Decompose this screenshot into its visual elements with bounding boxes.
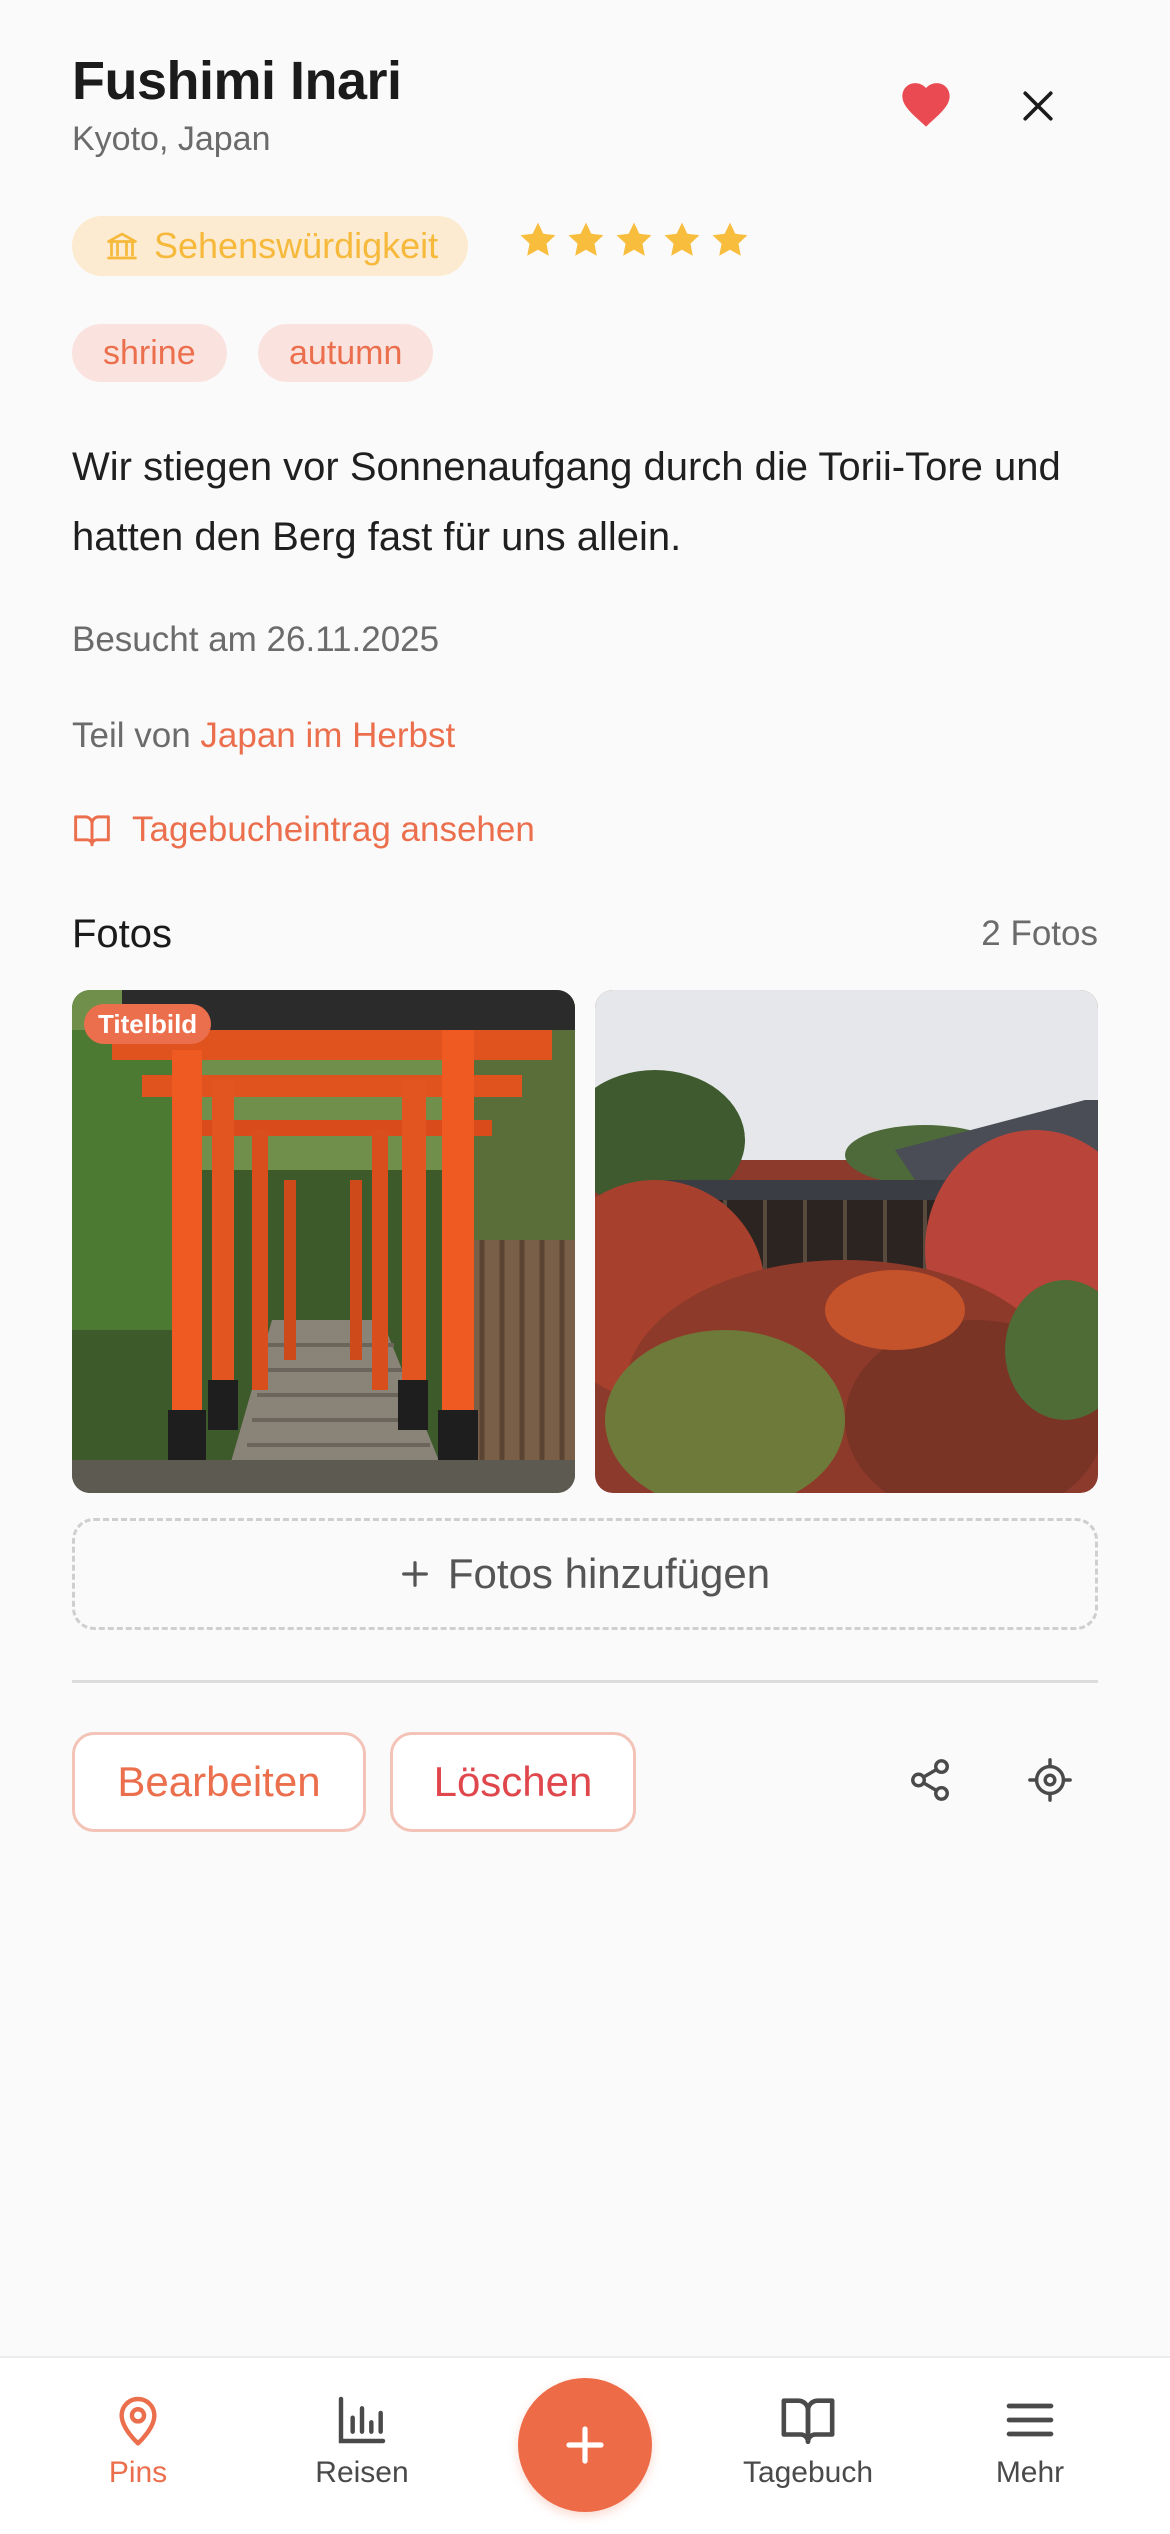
nav-item-tagebuch[interactable]: Tagebuch	[708, 2392, 908, 2490]
share-button[interactable]	[898, 1748, 962, 1812]
journal-link-label: Tagebucheintrag ansehen	[132, 810, 535, 849]
nav-item-mehr[interactable]: Mehr	[930, 2392, 1130, 2490]
divider	[72, 1680, 1098, 1683]
visited-date: Besucht am 26.11.2025	[72, 620, 440, 659]
part-of-prefix: Teil von	[72, 716, 191, 755]
map-pin-icon	[119, 2396, 157, 2446]
nav-item-pins[interactable]: Pins	[38, 2392, 238, 2490]
cover-photo-badge: Titelbild	[84, 1004, 212, 1044]
nav-label-pins: Pins	[108, 2456, 168, 2489]
plus-icon	[402, 1561, 428, 1587]
heart-icon	[902, 83, 950, 127]
locate-button[interactable]	[1018, 1748, 1082, 1812]
star-icon	[520, 222, 556, 256]
star-rating	[516, 218, 752, 262]
photos-count: 2 Fotos	[981, 914, 1098, 953]
bar-chart-icon	[338, 2396, 386, 2444]
torii-photo-image	[72, 990, 575, 1493]
star-icon	[568, 222, 604, 256]
place-location: Kyoto, Japan	[72, 120, 271, 158]
plus-icon	[566, 2426, 604, 2464]
share-icon	[911, 1759, 949, 1801]
close-button[interactable]	[1000, 68, 1076, 144]
landmark-icon	[107, 232, 137, 260]
place-description: Wir stiegen vor Sonnenaufgang durch die …	[72, 445, 1061, 559]
photos-heading: Fotos	[72, 912, 173, 956]
edit-button[interactable]: Bearbeiten	[72, 1732, 366, 1832]
add-pin-fab[interactable]	[518, 2378, 652, 2512]
place-title: Fushimi Inari	[72, 51, 402, 111]
star-icon	[664, 222, 700, 256]
nav-label-reisen: Reisen	[315, 2456, 409, 2489]
close-icon	[1023, 91, 1053, 121]
category-badge: Sehenswürdigkeit	[72, 216, 469, 276]
nav-label-mehr: Mehr	[995, 2456, 1065, 2489]
star-icon	[616, 222, 652, 256]
delete-button[interactable]: Löschen	[390, 1732, 636, 1832]
nav-label-tagebuch: Tagebuch	[742, 2456, 874, 2489]
favorite-button[interactable]	[888, 64, 964, 140]
star-icon	[712, 222, 748, 256]
book-open-icon	[74, 815, 110, 847]
photo-temple-autumn[interactable]	[595, 990, 1098, 1493]
crosshair-icon	[1028, 1758, 1072, 1802]
category-label: Sehenswürdigkeit	[154, 225, 439, 266]
part-of-trip: Teil von Japan im Herbst	[72, 716, 455, 756]
book-icon	[781, 2398, 835, 2445]
temple-photo-image	[595, 990, 1098, 1493]
journal-entry-link[interactable]: Tagebucheintrag ansehen	[72, 810, 535, 850]
tag-shrine[interactable]: shrine	[72, 324, 227, 382]
add-photos-label: Fotos hinzufügen	[447, 1550, 771, 1597]
tag-autumn[interactable]: autumn	[258, 324, 434, 382]
menu-icon	[1006, 2403, 1054, 2437]
trip-link[interactable]: Japan im Herbst	[200, 716, 455, 755]
nav-item-reisen[interactable]: Reisen	[262, 2392, 462, 2490]
photo-torii-gates[interactable]: Titelbild	[72, 990, 575, 1493]
add-photos-button[interactable]: Fotos hinzufügen	[72, 1518, 1098, 1630]
